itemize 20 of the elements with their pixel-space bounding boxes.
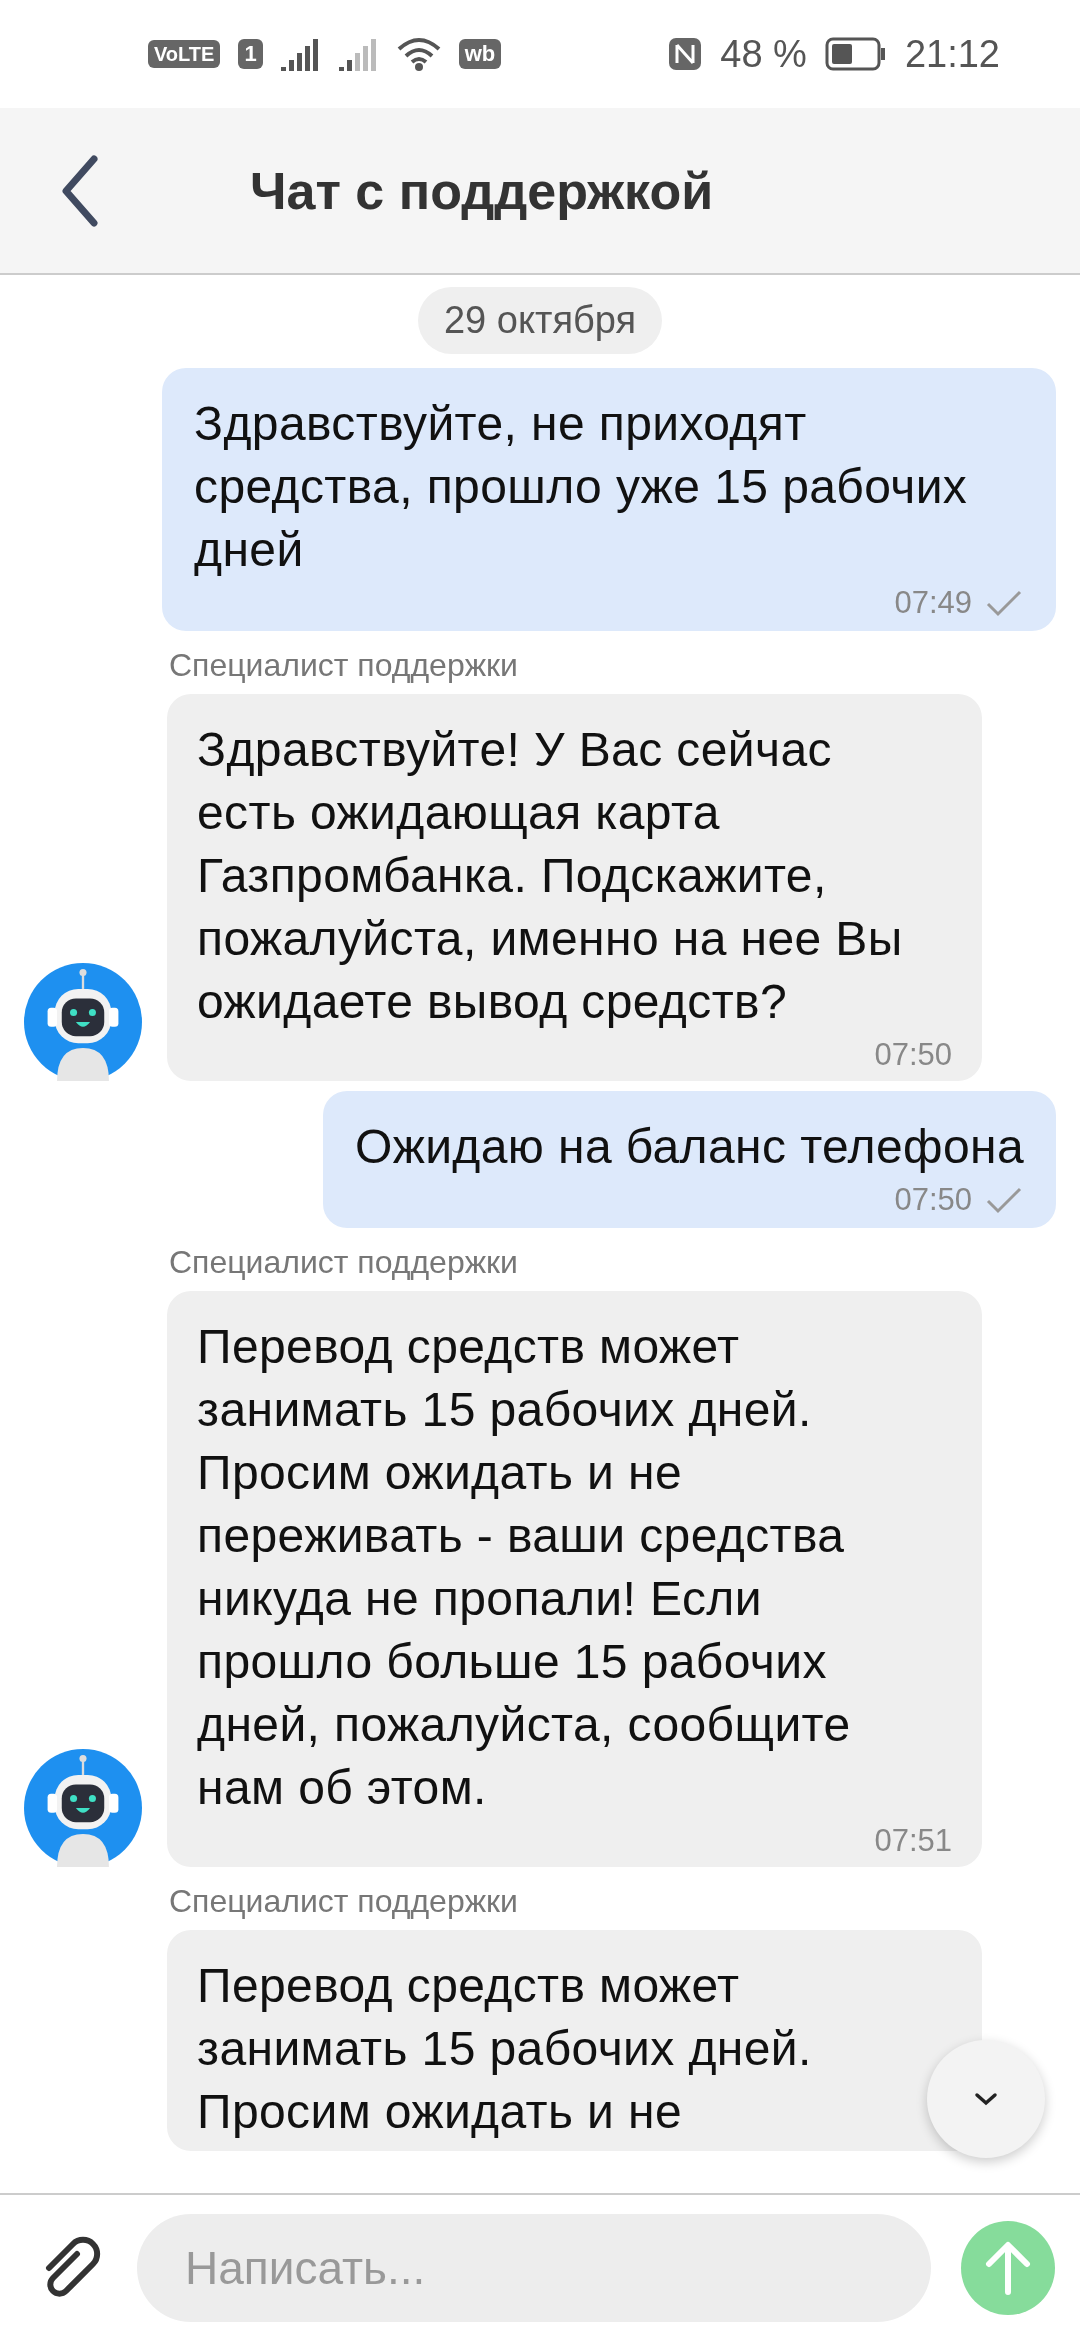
message-time: 07:50: [874, 1037, 952, 1073]
volte-icon: VoLTE: [148, 40, 221, 68]
sim-icon: 1: [238, 39, 263, 69]
date-chip: 29 октября: [417, 287, 662, 354]
sender-name: Специалист поддержки: [169, 1883, 519, 1920]
clock: 21:12: [904, 32, 1000, 76]
message-time: 07:50: [894, 1182, 972, 1218]
screen-title: Чат с поддержкой: [250, 160, 714, 221]
battery-percent: 48 %: [720, 32, 807, 76]
message-input[interactable]: Написать...: [137, 2213, 931, 2322]
message-text: Перевод средств может занимать 15 рабочих дней. Просим ожидать и не переживать - ваши средства никуда не пропали! Если прошло больше 15 рабочих дней, пожалуйста, сообщите нам об этом.: [197, 1319, 852, 1816]
sender-name: Специалист поддержки: [169, 647, 519, 684]
sender-name: Специалист поддержки: [169, 1244, 519, 1281]
message-text: Ожидаю на баланс телефона: [354, 1119, 1024, 1175]
message-text: Перевод средств может занимать 15 рабочих дней. Просим ожидать и не: [197, 1958, 813, 2140]
message-text: Здравствуйте, не приходят средства, прошло уже 15 рабочих дней: [194, 396, 969, 578]
app-icon: wb: [458, 39, 502, 69]
message-time: 07:49: [894, 585, 972, 621]
message-time: 07:51: [874, 1823, 952, 1859]
message-text: Здравствуйте! У Вас сейчас есть ожидающая карта Газпромбанка. Подскажите, пожалуйста, именно на нее Вы ожидаете вывод средств?: [197, 722, 904, 1030]
